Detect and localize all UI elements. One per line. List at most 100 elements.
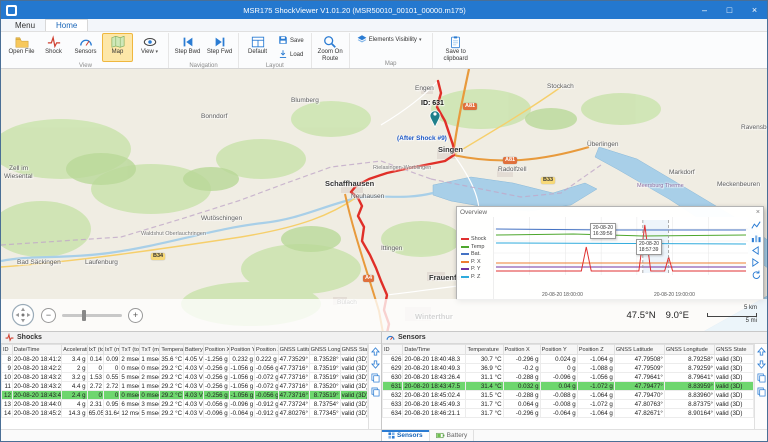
- column-header[interactable]: Position X: [204, 345, 229, 355]
- shocks-header-row: IDDate/TimeAcceleration (max)IxT (total)…: [2, 345, 368, 355]
- legend-item[interactable]: Bat.: [461, 251, 493, 257]
- overview-close-icon[interactable]: ×: [756, 209, 760, 216]
- copy-icon[interactable]: [371, 387, 380, 397]
- table-row[interactable]: 1320-08-20 18:44:04.04 g2.310.956 msec3 …: [2, 400, 368, 409]
- save-layout-button[interactable]: Save: [274, 34, 308, 47]
- step-backward-button[interactable]: Step Bwd: [172, 33, 203, 62]
- zoom-slider-handle[interactable]: [82, 310, 86, 321]
- column-header[interactable]: GNSS Latitude: [614, 345, 664, 355]
- zoom-on-route-button[interactable]: Zoom On Route: [315, 33, 346, 62]
- bar-chart-icon[interactable]: [751, 233, 761, 243]
- column-header[interactable]: Temperature: [160, 345, 184, 355]
- open-file-button[interactable]: Open File: [6, 33, 37, 62]
- table-row[interactable]: 920-08-20 18:42:25.02 g000 msec0 msec29.…: [2, 364, 368, 373]
- column-header[interactable]: GNSS Longitude: [664, 345, 714, 355]
- column-header[interactable]: ID: [2, 345, 13, 355]
- scroll-up-icon[interactable]: [371, 347, 380, 356]
- tab-home[interactable]: Home: [45, 19, 88, 31]
- legend-label: P. Y: [471, 266, 481, 272]
- table-row[interactable]: 820-08-20 18:41:25.03.4 g0.140.092 msec1…: [2, 355, 368, 364]
- step-left-icon[interactable]: [751, 246, 760, 255]
- compass-control[interactable]: [11, 303, 35, 327]
- ribbon-group-map: Elements Visibility ▾ Map: [350, 33, 433, 68]
- column-header[interactable]: GNSS State: [340, 345, 367, 355]
- column-header[interactable]: Temperature: [466, 345, 503, 355]
- column-header[interactable]: GNSS Latitude: [278, 345, 309, 355]
- legend-item[interactable]: P. Z: [461, 274, 493, 280]
- column-header[interactable]: IxT (total): [87, 345, 103, 355]
- column-header[interactable]: Date/Time: [403, 345, 466, 355]
- default-layout-button[interactable]: Default: [242, 33, 273, 62]
- copy-icon[interactable]: [757, 373, 766, 383]
- zoom-slider[interactable]: [62, 314, 122, 317]
- table-row[interactable]: 63120-08-20 18:43:47.531.4 °C0.032 g0.04…: [383, 382, 754, 391]
- tab-menu[interactable]: Menu: [5, 20, 45, 31]
- column-header[interactable]: TxT (max): [140, 345, 160, 355]
- reset-zoom-icon[interactable]: [751, 270, 761, 280]
- zoom-out-button[interactable]: −: [41, 308, 56, 323]
- overview-chart[interactable]: 20-08-2016:39:56 20-08-2018:57:39 20-08-…: [493, 217, 748, 299]
- scroll-up-icon[interactable]: [757, 347, 766, 356]
- column-header[interactable]: GNSS State: [714, 345, 753, 355]
- column-header[interactable]: TxT (total): [120, 345, 140, 355]
- table-row[interactable]: 1120-08-20 18:43:27.04.4 g2.722.721 msec…: [2, 382, 368, 391]
- step-forward-button[interactable]: Step Fwd: [204, 33, 235, 62]
- overview-chart-plot: [494, 217, 748, 275]
- scroll-down-icon[interactable]: [757, 360, 766, 369]
- column-header[interactable]: GNSS Longitude: [309, 345, 340, 355]
- title-bar[interactable]: MSR175 ShockViewer V1.01.20 (MSR50010_00…: [1, 1, 767, 19]
- column-header[interactable]: ID: [383, 345, 403, 355]
- column-header[interactable]: Position Y: [229, 345, 254, 355]
- scroll-down-icon[interactable]: [371, 360, 380, 369]
- view-dropdown-button[interactable]: View ▾: [134, 33, 165, 62]
- sensors-table[interactable]: IDDate/TimeTemperaturePosition XPosition…: [382, 344, 754, 418]
- legend-item[interactable]: P. Y: [461, 266, 493, 272]
- table-row[interactable]: 63220-08-20 18:45:02.431.5 °C-0.288 g-0.…: [383, 391, 754, 400]
- column-header[interactable]: Position Z: [255, 345, 279, 355]
- shock-wave-icon: [47, 35, 61, 49]
- column-header[interactable]: Position X: [503, 345, 540, 355]
- column-header[interactable]: Position Y: [540, 345, 577, 355]
- column-header[interactable]: Position Z: [577, 345, 614, 355]
- table-row[interactable]: 63420-08-20 18:46:21.131.7 °C-0.296 g-0.…: [383, 409, 754, 418]
- table-row[interactable]: 1420-08-20 18:45:21.014.3 g65.0531.6412 …: [2, 409, 368, 418]
- column-header[interactable]: Date/Time: [12, 345, 61, 355]
- table-row[interactable]: 1220-08-20 18:43:47.02.4 g000 msec0 msec…: [2, 391, 368, 400]
- sensors-view-button[interactable]: Sensors: [70, 33, 101, 62]
- table-row[interactable]: 63320-08-20 18:45:49.331.7 °C0.064 g-0.0…: [383, 400, 754, 409]
- minimize-button[interactable]: –: [692, 1, 717, 19]
- legend-item[interactable]: Temp: [461, 244, 493, 250]
- table-row[interactable]: 1020-08-20 18:43:20.23.2 g1.530.555 msec…: [2, 373, 368, 382]
- step-right-icon[interactable]: [751, 258, 760, 267]
- save-to-clipboard-button[interactable]: Save to clipboard: [436, 33, 476, 62]
- chevron-down-icon: ▾: [419, 37, 422, 43]
- map-view-button[interactable]: Map: [102, 33, 133, 62]
- map-canvas[interactable]: EngenStockachBlumbergBonndorfRavensburgS…: [1, 69, 767, 331]
- table-row[interactable]: 63020-08-20 18:43:26.431.1 °C-0.288 g-0.…: [383, 373, 754, 382]
- overview-title: Overview: [460, 209, 487, 216]
- column-header[interactable]: Acceleration (max): [62, 345, 87, 355]
- close-button[interactable]: ×: [742, 1, 767, 19]
- zoom-in-button[interactable]: +: [128, 308, 143, 323]
- shocks-table[interactable]: IDDate/TimeAcceleration (max)IxT (total)…: [1, 344, 368, 418]
- shock-view-button[interactable]: Shock: [38, 33, 69, 62]
- bottom-panels: Shocks IDDate/TimeAcceleration (max)IxT …: [1, 331, 767, 441]
- table-row[interactable]: 62620-08-20 18:40:48.330.7 °C-0.296 g0.0…: [383, 355, 754, 364]
- table-row[interactable]: 62920-08-20 18:40:49.336.9 °C-0.2 g0 g-1…: [383, 364, 754, 373]
- column-header[interactable]: Battery: [184, 345, 204, 355]
- sensors-panel-header[interactable]: Sensors: [382, 332, 767, 344]
- legend-item[interactable]: P. X: [461, 259, 493, 265]
- legend-item[interactable]: Shock: [461, 236, 493, 242]
- tab-battery[interactable]: Battery: [430, 430, 475, 441]
- shocks-panel-header[interactable]: Shocks: [1, 332, 381, 344]
- column-header[interactable]: IxT (max): [103, 345, 119, 355]
- sensors-table-wrap: IDDate/TimeTemperaturePosition XPosition…: [382, 344, 754, 429]
- tab-sensors[interactable]: Sensors: [382, 430, 430, 441]
- save-icon: [278, 35, 288, 47]
- line-chart-icon[interactable]: [751, 220, 761, 230]
- copy-icon[interactable]: [757, 387, 766, 397]
- maximize-button[interactable]: □: [717, 1, 742, 19]
- load-layout-button[interactable]: Load: [274, 48, 308, 61]
- copy-icon[interactable]: [371, 373, 380, 383]
- elements-visibility-button[interactable]: Elements Visibility ▾: [353, 33, 429, 46]
